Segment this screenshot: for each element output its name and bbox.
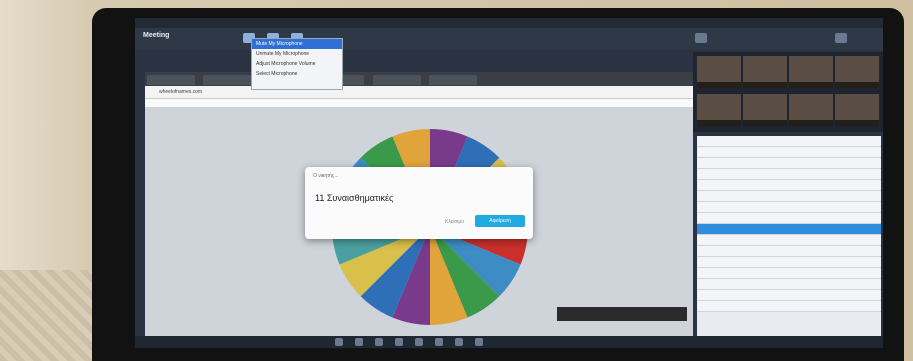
shared-browser-window: wheelofnames.com Ο νικητής... 11 Συναισθ… [145,72,693,338]
list-item[interactable] [697,301,881,312]
list-item-selected[interactable] [697,224,881,235]
list-item[interactable] [697,180,881,191]
browser-tab[interactable] [429,75,478,85]
meeting-toolbar: Meeting [135,28,883,50]
dark-bar [557,307,687,321]
menu-item-adjust-volume[interactable]: Adjust Microphone Volume [252,59,342,69]
participant-videos [693,52,883,132]
list-item[interactable] [697,136,881,147]
microphone-menu: Mute My Microphone Unmute My Microphone … [251,38,343,90]
winner-text: 11 Συναισθηματικές [315,193,394,203]
list-item[interactable] [697,290,881,301]
participant-video[interactable] [743,94,787,126]
close-button[interactable]: Κλείσιμο [445,219,464,225]
participants-panel [697,136,881,348]
window-titlebar [135,18,883,28]
taskbar-icon[interactable] [455,338,463,346]
browser-tab[interactable] [147,75,195,85]
list-item[interactable] [697,257,881,268]
list-item[interactable] [697,268,881,279]
taskbar-icon[interactable] [355,338,363,346]
browser-tabs [145,72,693,86]
participant-video[interactable] [789,94,833,126]
winner-dialog: Ο νικητής... 11 Συναισθηματικές Κλείσιμο… [305,167,533,239]
list-item[interactable] [697,213,881,224]
list-item[interactable] [697,202,881,213]
taskbar-icon[interactable] [415,338,423,346]
wheel-page: Ο νικητής... 11 Συναισθηματικές Κλείσιμο… [145,107,693,338]
taskbar-icon[interactable] [335,338,343,346]
browser-tab[interactable] [372,75,421,85]
participant-video[interactable] [697,94,741,126]
participant-video[interactable] [697,56,741,88]
participant-video[interactable] [789,56,833,88]
view-button[interactable] [695,33,707,43]
list-item[interactable] [697,279,881,290]
address-bar[interactable]: wheelofnames.com [145,86,693,99]
remove-button[interactable]: Αφαίρεση [475,215,525,227]
taskbar-icon[interactable] [395,338,403,346]
menu-item-select-microphone[interactable]: Select Microphone [252,69,342,79]
laptop-screen: Meeting Mute My Microphone Unmute My Mic… [135,18,883,348]
taskbar-icon[interactable] [375,338,383,346]
taskbar-icon[interactable] [435,338,443,346]
browser-tab[interactable] [203,75,252,85]
list-item[interactable] [697,158,881,169]
taskbar [135,336,883,348]
menu-item-unmute[interactable]: Unmute My Microphone [252,49,342,59]
list-item[interactable] [697,235,881,246]
app-title: Meeting [143,32,170,39]
menu-item-mute[interactable]: Mute My Microphone [252,39,342,49]
taskbar-icon[interactable] [475,338,483,346]
settings-button[interactable] [835,33,847,43]
list-item[interactable] [697,169,881,180]
participant-video[interactable] [835,94,879,126]
list-item[interactable] [697,191,881,202]
participant-video[interactable] [743,56,787,88]
dialog-title: Ο νικητής... [313,173,339,179]
list-item[interactable] [697,246,881,257]
list-item[interactable] [697,147,881,158]
participant-video[interactable] [835,56,879,88]
